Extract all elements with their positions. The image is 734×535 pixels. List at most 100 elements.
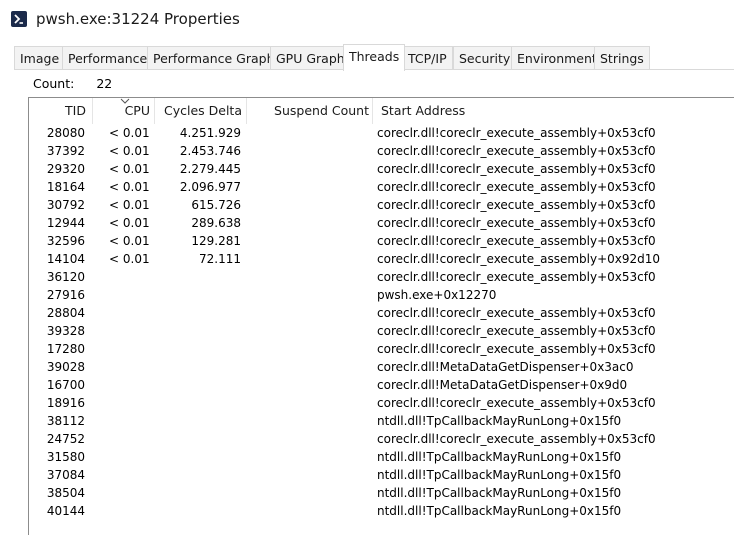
column-header-start-address[interactable]: Start Address: [373, 98, 734, 124]
tab-tcp-ip[interactable]: TCP/IP: [402, 46, 453, 70]
tab-performance-graph[interactable]: Performance Graph: [147, 46, 281, 70]
cell-cycles-delta: 129.281: [191, 234, 241, 248]
cell-start-address: coreclr.dll!coreclr_execute_assembly+0x5…: [377, 126, 656, 140]
cell-tid: 27916: [46, 288, 85, 302]
cell-cpu: < 0.01: [109, 234, 150, 248]
cell-cycles-delta: 615.726: [191, 198, 241, 212]
table-row[interactable]: 39028 coreclr.dll!MetaDataGetDispenser+0x…: [29, 358, 734, 376]
cell-cycles-delta: 2.453.746: [179, 144, 241, 158]
cell-tid: 38504: [46, 486, 85, 500]
cell-start-address: coreclr.dll!coreclr_execute_assembly+0x5…: [377, 144, 656, 158]
cell-start-address: coreclr.dll!coreclr_execute_assembly+0x5…: [377, 162, 656, 176]
table-row[interactable]: 18916 coreclr.dll!coreclr_execute_assembl…: [29, 394, 734, 412]
column-header-suspend-count[interactable]: Suspend Count: [247, 98, 373, 124]
table-row[interactable]: 27916 pwsh.exe+0x12270: [29, 286, 734, 304]
cell-cycles-delta: 4.251.929: [179, 126, 241, 140]
table-row[interactable]: 12944 < 0.01 289.638 coreclr.dll!coreclr_ex…: [29, 214, 734, 232]
table-row[interactable]: 40144 ntdll.dll!TpCallbackMayRunLong+0x15…: [29, 502, 734, 520]
cell-start-address: ntdll.dll!TpCallbackMayRunLong+0x15f0: [377, 504, 622, 518]
cell-cpu: < 0.01: [109, 126, 150, 140]
cell-start-address: coreclr.dll!coreclr_execute_assembly+0x5…: [377, 342, 656, 356]
cell-start-address: coreclr.dll!coreclr_execute_assembly+0x5…: [377, 324, 656, 338]
cell-start-address: coreclr.dll!coreclr_execute_assembly+0x5…: [377, 396, 656, 410]
cell-tid: 12944: [46, 216, 85, 230]
cell-cycles-delta: 289.638: [191, 216, 241, 230]
cell-tid: 18916: [46, 396, 85, 410]
cell-tid: 37392: [46, 144, 85, 158]
cell-cpu: < 0.01: [109, 162, 150, 176]
table-row[interactable]: 31580 ntdll.dll!TpCallbackMayRunLong+0x15…: [29, 448, 734, 466]
cell-start-address: coreclr.dll!coreclr_execute_assembly+0x5…: [377, 234, 656, 248]
cell-cpu: < 0.01: [109, 252, 150, 266]
cell-tid: 17280: [46, 342, 85, 356]
table-row[interactable]: 14104 < 0.01 72.111 coreclr.dll!coreclr_exe…: [29, 250, 734, 268]
tab-image[interactable]: Image: [14, 46, 66, 70]
cell-start-address: ntdll.dll!TpCallbackMayRunLong+0x15f0: [377, 414, 622, 428]
window-title: pwsh.exe:31224 Properties: [36, 10, 240, 28]
table-row[interactable]: 16700 coreclr.dll!MetaDataGetDispenser+0x…: [29, 376, 734, 394]
cell-start-address: coreclr.dll!coreclr_execute_assembly+0x5…: [377, 180, 656, 194]
cell-start-address: coreclr.dll!MetaDataGetDispenser+0x3ac0: [377, 360, 634, 374]
column-header-tid[interactable]: TID: [29, 98, 93, 124]
tab-strip: Image Performance Performance Graph GPU …: [14, 44, 734, 71]
cell-start-address: ntdll.dll!TpCallbackMayRunLong+0x15f0: [377, 450, 622, 464]
cell-cpu: < 0.01: [109, 180, 150, 194]
table-row[interactable]: 37084 ntdll.dll!TpCallbackMayRunLong+0x15…: [29, 466, 734, 484]
cell-start-address: coreclr.dll!coreclr_execute_assembly+0x5…: [377, 432, 656, 446]
table-row[interactable]: 28804 coreclr.dll!coreclr_execute_assembl…: [29, 304, 734, 322]
cell-tid: 37084: [46, 468, 85, 482]
cell-cpu: < 0.01: [109, 198, 150, 212]
column-header-cycles-delta[interactable]: Cycles Delta: [155, 98, 247, 124]
tab-performance[interactable]: Performance: [62, 46, 154, 70]
table-row[interactable]: 36120 coreclr.dll!coreclr_execute_assembl…: [29, 268, 734, 286]
column-header-cpu[interactable]: CPU: [93, 98, 155, 124]
table-row[interactable]: 38504 ntdll.dll!TpCallbackMayRunLong+0x15…: [29, 484, 734, 502]
cell-tid: 16700: [46, 378, 85, 392]
cell-tid: 29320: [46, 162, 85, 176]
cell-start-address: ntdll.dll!TpCallbackMayRunLong+0x15f0: [377, 468, 622, 482]
table-row[interactable]: 24752 coreclr.dll!coreclr_execute_assembl…: [29, 430, 734, 448]
tab-gpu-graph[interactable]: GPU Graph: [270, 46, 351, 70]
cell-start-address: coreclr.dll!coreclr_execute_assembly+0x5…: [377, 306, 656, 320]
table-row[interactable]: 28080 < 0.01 4.251.929 coreclr.dll!coreclr_…: [29, 124, 734, 142]
count-label: Count:: [33, 76, 75, 91]
cell-start-address: coreclr.dll!coreclr_execute_assembly+0x9…: [377, 252, 661, 266]
cell-start-address: coreclr.dll!MetaDataGetDispenser+0x9d0: [377, 378, 628, 392]
cell-start-address: ntdll.dll!TpCallbackMayRunLong+0x15f0: [377, 486, 622, 500]
table-row[interactable]: 37392 < 0.01 2.453.746 coreclr.dll!coreclr_…: [29, 142, 734, 160]
cell-start-address: pwsh.exe+0x12270: [377, 288, 497, 302]
table-row[interactable]: 17280 coreclr.dll!coreclr_execute_assembl…: [29, 340, 734, 358]
cell-cycles-delta: 2.096.977: [179, 180, 241, 194]
cell-start-address: coreclr.dll!coreclr_execute_assembly+0x5…: [377, 198, 656, 212]
tab-strings[interactable]: Strings: [594, 46, 650, 70]
cell-tid: 39028: [46, 360, 85, 374]
thread-count: Count: 22: [33, 76, 112, 91]
table-row[interactable]: 29320 < 0.01 2.279.445 coreclr.dll!coreclr_…: [29, 160, 734, 178]
cell-cpu: < 0.01: [109, 144, 150, 158]
cell-tid: 38112: [46, 414, 85, 428]
cell-tid: 31580: [46, 450, 85, 464]
powershell-icon: [11, 11, 27, 27]
cell-tid: 24752: [46, 432, 85, 446]
table-row[interactable]: 32596 < 0.01 129.281 coreclr.dll!coreclr_ex…: [29, 232, 734, 250]
cell-tid: 28080: [46, 126, 85, 140]
tab-security[interactable]: Security: [453, 46, 517, 70]
cell-tid: 36120: [46, 270, 85, 284]
threads-list[interactable]: TID CPU Cycles Delta Suspend Count Start…: [28, 97, 734, 535]
count-value: 22: [96, 76, 113, 91]
title-bar[interactable]: pwsh.exe:31224 Properties: [0, 0, 734, 40]
cell-tid: 30792: [46, 198, 85, 212]
cell-cpu: < 0.01: [109, 216, 150, 230]
cell-tid: 40144: [46, 504, 85, 518]
tab-threads[interactable]: Threads: [343, 44, 406, 71]
tab-environment[interactable]: Environment: [511, 46, 603, 70]
cell-cycles-delta: 72.111: [199, 252, 241, 266]
table-row[interactable]: 30792 < 0.01 615.726 coreclr.dll!coreclr_ex…: [29, 196, 734, 214]
cell-tid: 18164: [46, 180, 85, 194]
table-row[interactable]: 38112 ntdll.dll!TpCallbackMayRunLong+0x15…: [29, 412, 734, 430]
cell-tid: 28804: [46, 306, 85, 320]
table-row[interactable]: 18164 < 0.01 2.096.977 coreclr.dll!coreclr_…: [29, 178, 734, 196]
cell-tid: 14104: [46, 252, 85, 266]
cell-cycles-delta: 2.279.445: [179, 162, 241, 176]
table-row[interactable]: 39328 coreclr.dll!coreclr_execute_assembl…: [29, 322, 734, 340]
